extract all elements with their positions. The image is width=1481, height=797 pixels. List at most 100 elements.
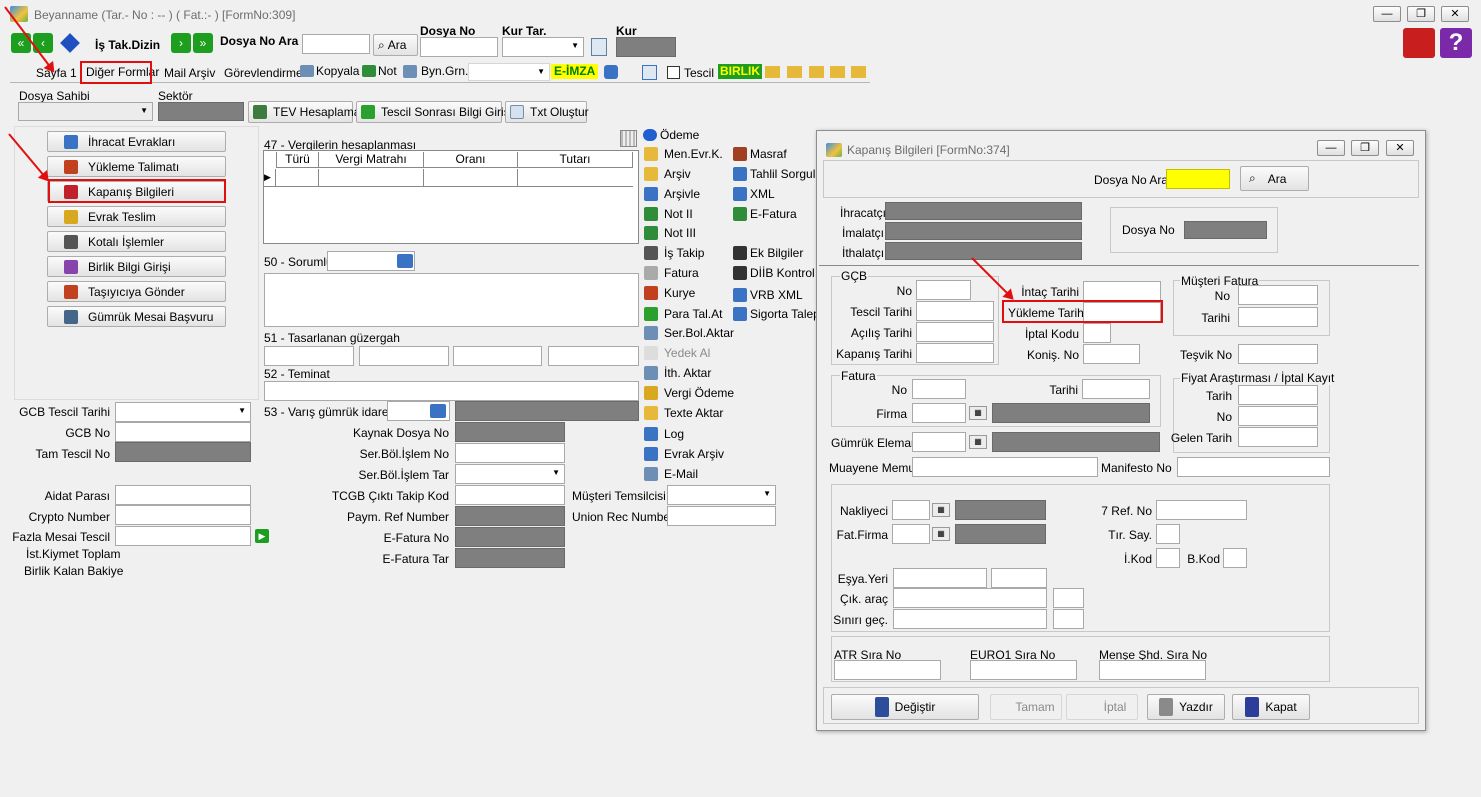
calculator-icon[interactable] [591,38,607,56]
crypto-number-input[interactable] [115,505,251,525]
alert-icon[interactable] [1403,28,1435,58]
right-menu-item[interactable]: İth. Aktar [644,366,711,380]
right-menu-item[interactable]: E-Fatura [733,207,797,221]
tescil-sonrasi-button[interactable]: Tescil Sonrası Bilgi Girişi [356,101,512,123]
left-menu-item[interactable]: Yükleme Talimatı [47,156,226,177]
ser-bol-islem-tar-select[interactable] [455,464,565,484]
euro1-input[interactable] [970,660,1077,680]
left-menu-item[interactable]: Gümrük Mesai Başvuru [47,306,226,327]
guzergah-input-1[interactable] [264,346,354,366]
tescil-tarihi-input[interactable] [916,301,994,321]
calendar-icon[interactable]: ▦ [932,527,950,541]
table-row[interactable]: ▶ [264,169,633,187]
fa-no-input[interactable] [1238,406,1318,426]
right-menu-item[interactable]: Ser.Bol.Aktar [644,326,734,340]
manifesto-no-input[interactable] [1177,457,1330,477]
right-menu-item[interactable]: Para Tal.At [644,307,722,321]
esya-yeri-input-2[interactable] [991,568,1047,588]
sinir-gec-input-2[interactable] [1053,609,1084,629]
cik-arac-input[interactable] [893,588,1047,608]
right-menu-item[interactable]: VRB XML [733,288,803,302]
tab-mail-arsiv[interactable]: Mail Arşiv [164,66,215,80]
fat-firma-input[interactable] [892,524,930,544]
tcgb-input[interactable] [455,485,565,505]
right-menu-item[interactable]: İş Takip [644,246,704,260]
right-menu-item[interactable]: Tahlil Sorgula [733,167,822,181]
dialog-ara-button[interactable]: ⌕ Ara [1240,166,1309,191]
help-icon[interactable]: ? [1440,28,1472,58]
tamam-button[interactable]: Tamam [990,694,1062,720]
minimize-button[interactable]: — [1373,6,1401,22]
right-menu-item[interactable]: Sigorta Talep [733,307,820,321]
right-menu-item[interactable]: Yedek Al [644,346,710,360]
sorumlu-memo[interactable] [264,273,639,327]
right-menu-item[interactable]: Masraf [733,147,787,161]
sinir-gec-input[interactable] [893,609,1047,629]
right-menu-item[interactable]: Fatura [644,266,699,280]
left-menu-item[interactable]: Evrak Teslim [47,206,226,227]
right-menu-item[interactable]: Men.Evr.K. [644,147,723,161]
right-menu-item[interactable]: E-Mail [644,467,698,481]
right-menu-item[interactable]: XML [733,187,775,201]
gcb-no-input[interactable] [115,422,251,442]
ref-no-input[interactable] [1156,500,1247,520]
konis-no-input[interactable] [1083,344,1140,364]
aidat-parasi-input[interactable] [115,485,251,505]
keypad-icon[interactable] [620,130,637,147]
close-button[interactable]: ✕ [1441,6,1469,22]
gcb-tescil-tarihi-select[interactable] [115,402,251,422]
right-menu-item[interactable]: Not II [644,207,693,221]
atr-input[interactable] [834,660,941,680]
fa-tarih-input[interactable] [1238,385,1318,405]
kapat-button[interactable]: Kapat [1232,694,1310,720]
kapanis-tarihi-input[interactable] [916,343,994,363]
is-tak-dizin-label[interactable]: İş Tak.Dizin [95,38,160,52]
right-menu-item[interactable]: Kurye [644,286,695,300]
left-menu-item[interactable]: Kotalı İşlemler [47,231,226,252]
right-menu-item[interactable]: Not III [644,226,696,240]
f-no-input[interactable] [912,379,966,399]
right-menu-item[interactable]: Arşivle [644,187,700,201]
calendar-icon[interactable]: ▦ [969,406,987,420]
fazla-mesai-tescil-input[interactable] [115,526,251,546]
zoom-icon[interactable] [642,65,657,80]
esya-yeri-input-1[interactable] [893,568,987,588]
teminat-input[interactable] [264,381,639,401]
b-kod-input[interactable] [1223,548,1247,568]
right-menu-item[interactable]: Evrak Arşiv [644,447,724,461]
firma-input[interactable] [912,403,966,423]
right-menu-item[interactable]: Texte Aktar [644,406,723,420]
right-menu-item[interactable]: Ödeme [643,128,699,142]
e-imza-badge[interactable]: E-İMZA [551,64,599,79]
folder-open-icon[interactable] [765,66,780,78]
last-record-icon[interactable]: » [193,33,213,53]
tescil-checkbox[interactable] [667,66,680,79]
acilis-tarihi-input[interactable] [916,322,994,342]
kopyala-button[interactable]: Kopyala [300,64,359,78]
guzergah-input-4[interactable] [548,346,639,366]
ara-button[interactable]: ⌕ Ara [373,34,418,56]
ser-bol-islem-no-input[interactable] [455,443,565,463]
kur-tar-select[interactable] [502,37,584,57]
txt-olustur-button[interactable]: Txt Oluştur [505,101,589,123]
dosya-no-ara-input[interactable] [302,34,370,54]
tir-say-input[interactable] [1156,524,1180,544]
left-menu-item[interactable]: İhracat Evrakları [47,131,226,152]
gumruk-elemani-input[interactable] [912,432,966,452]
left-menu-item[interactable]: Birlik Bilgi Girişi [47,256,226,277]
dosya-sahibi-select[interactable] [18,102,153,121]
right-menu-item[interactable]: Vergi Ödeme [644,386,734,400]
iptal-button[interactable]: İptal [1066,694,1138,720]
cik-arac-input-2[interactable] [1053,588,1084,608]
f-tarihi-input[interactable] [1082,379,1150,399]
calendar-icon[interactable]: ▦ [932,503,950,517]
right-menu-item[interactable]: Log [644,427,684,441]
intac-tarihi-input[interactable] [1083,281,1161,301]
dialog-minimize-button[interactable]: — [1317,140,1345,156]
next-record-icon[interactable]: › [171,33,191,53]
shield-icon[interactable] [604,65,618,79]
musteri-temsilcisi-select[interactable] [667,485,776,505]
calendar-icon[interactable]: ▦ [969,435,987,449]
right-menu-item[interactable]: Ek Bilgiler [733,246,803,260]
left-menu-item[interactable]: Taşıyıcıya Gönder [47,281,226,302]
